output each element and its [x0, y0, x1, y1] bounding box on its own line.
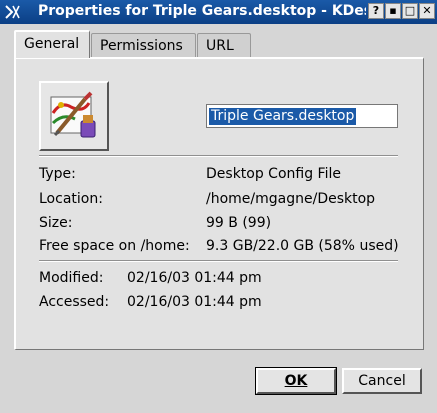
modified-value: 02/16/03 01:44 pm	[127, 270, 262, 286]
minimize-button[interactable]: ▪	[385, 3, 401, 19]
close-button[interactable]: ✕	[419, 3, 435, 19]
tab-url[interactable]: URL	[197, 33, 251, 57]
tab-url-label: URL	[206, 38, 234, 54]
type-value: Desktop Config File	[206, 166, 341, 182]
location-value: /home/mgagne/Desktop	[206, 191, 376, 207]
title-bar[interactable]: Properties for Triple Gears.desktop - KD…	[0, 0, 437, 24]
location-label: Location:	[39, 191, 103, 207]
tab-permissions[interactable]: Permissions	[91, 33, 196, 57]
type-label: Type:	[39, 166, 76, 182]
close-icon: ✕	[422, 4, 432, 17]
cancel-button[interactable]: Cancel	[342, 368, 422, 394]
file-name-selection: Triple Gears.desktop	[209, 108, 357, 125]
change-icon-button[interactable]	[39, 81, 109, 151]
accessed-label: Accessed:	[39, 294, 110, 310]
free-space-label: Free space on /home:	[39, 238, 190, 254]
maximize-button[interactable]: □	[402, 3, 418, 19]
paint-palette-icon	[50, 91, 96, 138]
size-label: Size:	[39, 215, 73, 231]
accessed-value: 02/16/03 01:44 pm	[127, 294, 262, 310]
ok-button-label: OK	[284, 373, 308, 389]
tab-general[interactable]: General	[14, 30, 90, 58]
tab-general-label: General	[24, 36, 80, 52]
free-space-value: 9.3 GB/22.0 GB (58% used)	[206, 238, 399, 254]
modified-label: Modified:	[39, 270, 104, 286]
file-name-input[interactable]: Triple Gears.desktop	[206, 104, 398, 128]
minimize-icon: ▪	[389, 4, 397, 17]
size-value: 99 B (99)	[206, 215, 272, 231]
maximize-icon: □	[404, 4, 416, 17]
window-menu-icon[interactable]	[4, 3, 22, 21]
cancel-button-label: Cancel	[358, 373, 406, 389]
separator	[39, 155, 398, 157]
tab-permissions-label: Permissions	[100, 38, 183, 54]
window-title: Properties for Triple Gears.desktop - KD…	[38, 3, 366, 19]
ok-button[interactable]: OK	[255, 367, 337, 395]
help-button[interactable]: ?	[368, 3, 384, 19]
separator	[39, 260, 398, 262]
